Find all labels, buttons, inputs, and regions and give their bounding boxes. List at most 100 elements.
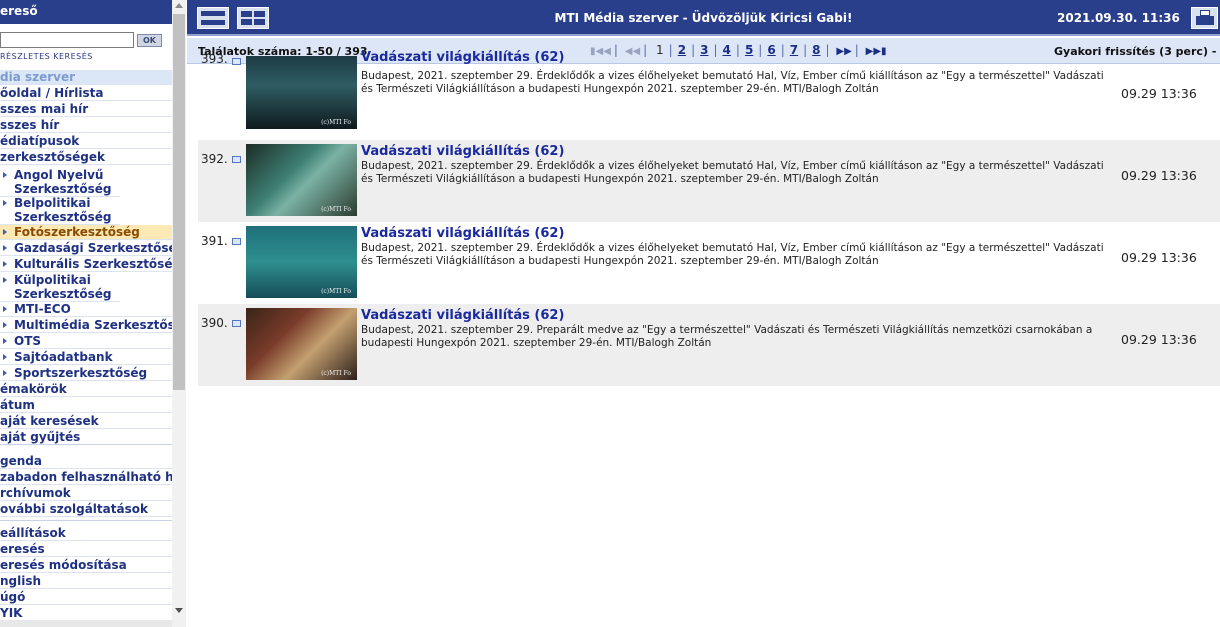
sidebar-item[interactable]: sszes mai hír — [0, 102, 172, 117]
scroll-up-arrow-icon[interactable] — [175, 3, 183, 8]
result-row[interactable]: 393. (c)MTI Fo Vadászati világkiállítás (6… — [198, 50, 1220, 130]
sidebar-item-label: Fotószerkesztőség — [14, 225, 140, 239]
sidebar-item[interactable]: dia szerver — [0, 70, 172, 85]
result-thumbnail[interactable]: (c)MTI Fo — [246, 226, 357, 298]
bullet-arrow-icon — [3, 229, 7, 235]
bullet-arrow-icon — [3, 322, 7, 328]
bullet-arrow-icon — [3, 354, 7, 360]
sidebar-item[interactable]: aját keresések — [0, 414, 172, 429]
result-title-link[interactable]: Vadászati világkiállítás (62) — [361, 308, 564, 323]
photo-type-icon — [232, 58, 241, 65]
sidebar-scrollbar[interactable] — [172, 0, 186, 627]
sidebar-item[interactable]: Gazdasági Szerkesztőség — [0, 241, 185, 256]
sidebar-item[interactable]: eresés módosítása — [0, 558, 172, 573]
print-icon[interactable] — [1191, 7, 1218, 29]
sidebar-item[interactable]: rchívumok — [0, 486, 172, 501]
result-description: Budapest, 2021. szeptember 29. Érdeklődő… — [361, 242, 1104, 267]
page-link[interactable]: 2 — [678, 43, 686, 57]
bullet-arrow-icon — [3, 200, 7, 206]
sidebar-item[interactable]: Angol Nyelvű Szerkesztőség — [0, 168, 120, 197]
sidebar-item[interactable]: Sajtóadatbank — [0, 350, 172, 365]
sidebar-item[interactable]: sszes hír — [0, 118, 172, 133]
sidebar-item[interactable]: eállítások — [0, 526, 172, 541]
sidebar-item-label: émakörök — [0, 382, 67, 396]
bullet-arrow-icon — [3, 306, 7, 312]
result-title-link[interactable]: Vadászati világkiállítás (62) — [361, 226, 564, 241]
pagination: ▮◀◀ | ◀◀ | 1 | 2 | 3 | 4 | 5 | 6 | 7 | 8 | ▶▶ | ▶▶▮ — [590, 43, 887, 57]
sidebar-item-label: zabadon felhasználható híre — [0, 470, 186, 484]
sidebar-horizontal-scrollbar[interactable] — [0, 620, 172, 627]
result-number: 390. — [201, 316, 228, 330]
page-link[interactable]: 4 — [723, 43, 731, 57]
sidebar-item-label: Multimédia Szerkesztőség — [14, 318, 186, 332]
result-thumbnail[interactable]: (c)MTI Fo — [246, 56, 357, 129]
sidebar-item[interactable]: úgó — [0, 590, 172, 605]
sidebar-header: ereső — [0, 0, 172, 24]
sidebar-item-label: Kulturális Szerkesztőség — [14, 257, 182, 271]
sidebar-item[interactable]: zabadon felhasználható híre — [0, 470, 186, 485]
sidebar-item[interactable]: nglish — [0, 574, 172, 589]
bullet-arrow-icon — [3, 370, 7, 376]
advanced-search-link[interactable]: RÉSZLETES KERESÉS — [0, 52, 93, 61]
sidebar-item-label: sszes mai hír — [0, 102, 89, 116]
sidebar-item-label: dia szerver — [0, 70, 76, 84]
sidebar-item[interactable]: Multimédia Szerkesztőség — [0, 318, 186, 333]
sidebar-item-label: rchívumok — [0, 486, 71, 500]
sidebar-item[interactable]: zerkesztőségek — [0, 150, 172, 165]
sidebar-item[interactable]: édiatípusok — [0, 134, 172, 149]
sidebar-item-label: OTS — [14, 334, 42, 348]
bullet-arrow-icon — [3, 261, 7, 267]
result-row[interactable]: 391. (c)MTI Fo Vadászati világkiállítás (6… — [198, 222, 1220, 304]
sidebar-item[interactable]: MTI-ECO — [0, 302, 172, 317]
sidebar-item-label: nglish — [0, 574, 42, 588]
result-time: 09.29 13:36 — [1121, 86, 1197, 101]
result-title-link[interactable]: Vadászati világkiállítás (62) — [361, 50, 564, 65]
page-link[interactable]: 6 — [767, 43, 775, 57]
sidebar-item-label: Sajtóadatbank — [14, 350, 113, 364]
sidebar-item[interactable]: átum — [0, 398, 172, 413]
thumbnail-watermark: (c)MTI Fo — [321, 288, 351, 295]
sidebar-item[interactable]: őoldal / Hírlista — [0, 86, 172, 101]
sidebar-item[interactable]: Belpolitikai Szerkesztőség — [0, 196, 120, 225]
sidebar-item[interactable]: ovábbi szolgáltatások — [0, 502, 172, 517]
photo-type-icon — [232, 320, 241, 327]
page-link[interactable]: 3 — [700, 43, 708, 57]
result-time: 09.29 13:36 — [1121, 168, 1197, 183]
bullet-arrow-icon — [3, 277, 7, 283]
bullet-arrow-icon — [3, 172, 7, 178]
result-thumbnail[interactable]: (c)MTI Fo — [246, 308, 357, 380]
sidebar-item-label: sszes hír — [0, 118, 60, 132]
page-link[interactable]: 7 — [790, 43, 798, 57]
search-ok-button[interactable]: OK — [137, 34, 162, 47]
result-row[interactable]: 392. (c)MTI Fo Vadászati világkiállítás (6… — [198, 140, 1220, 222]
top-header: MTI Média szerver - Üdvözöljük Kiricsi G… — [187, 0, 1220, 36]
result-row[interactable]: 390. (c)MTI Fo Vadászati világkiállítás (6… — [198, 304, 1220, 386]
sidebar-item[interactable]: aját gyűjtés — [0, 430, 172, 445]
sidebar-item-label: őoldal / Hírlista — [0, 86, 104, 100]
sidebar-item[interactable]: eresés — [0, 542, 172, 557]
result-thumbnail[interactable]: (c)MTI Fo — [246, 144, 357, 216]
scrollbar-thumb[interactable] — [173, 14, 185, 390]
sidebar-item[interactable]: OTS — [0, 334, 172, 349]
sidebar-item[interactable]: Fotószerkesztőség — [0, 225, 172, 240]
result-description: Budapest, 2021. szeptember 29. Preparált… — [361, 324, 1093, 349]
sidebar-item[interactable]: genda — [0, 454, 172, 469]
result-title-link[interactable]: Vadászati világkiállítás (62) — [361, 144, 564, 159]
page-link[interactable]: 8 — [812, 43, 820, 57]
sidebar-item[interactable]: Külpolitikai Szerkesztőség — [0, 273, 120, 302]
result-time: 09.29 13:36 — [1121, 332, 1197, 347]
sidebar-item[interactable]: émakörök — [0, 382, 172, 397]
page-link[interactable]: 1 — [656, 43, 664, 57]
sidebar-item[interactable]: Kulturális Szerkesztőség — [0, 257, 181, 272]
search-input[interactable] — [0, 32, 134, 48]
sidebar-item[interactable]: YIK — [0, 606, 172, 621]
sidebar-item-label: eresés módosítása — [0, 558, 127, 572]
sidebar-item[interactable]: Sportszerkesztőség — [0, 366, 172, 381]
sidebar-item-label: Sportszerkesztőség — [14, 366, 148, 380]
result-number: 393. — [201, 52, 228, 66]
scroll-down-arrow-icon[interactable] — [175, 608, 183, 613]
result-description: Budapest, 2021. szeptember 29. Érdeklődő… — [361, 70, 1104, 95]
page-link[interactable]: 5 — [745, 43, 753, 57]
sidebar-item-label: ovábbi szolgáltatások — [0, 502, 148, 516]
sidebar-item-label: aját keresések — [0, 414, 99, 428]
